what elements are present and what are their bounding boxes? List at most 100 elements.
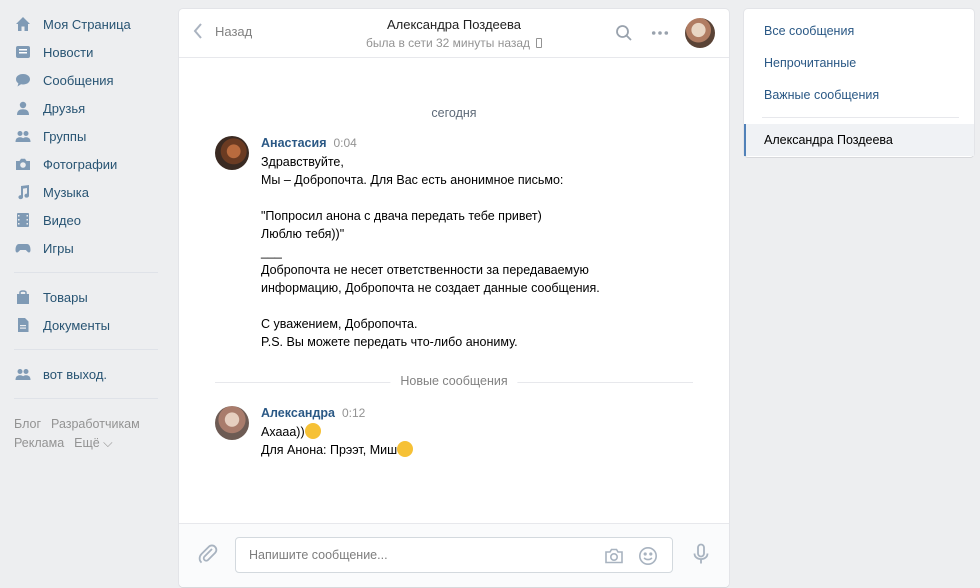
- message-text: Ахааа)) Для Анона: Прээт, Миш: [261, 423, 414, 459]
- peer-status-text: была в сети 32 минуты назад: [365, 36, 531, 50]
- footer-links: Блог Разработчикам Реклама Ещё ⌵: [12, 415, 164, 453]
- search-button[interactable]: [615, 24, 633, 42]
- message-line: "Попросил анона с двача передать тебе пр…: [261, 209, 542, 223]
- nav-item-games[interactable]: Игры: [12, 234, 164, 262]
- header-actions: [597, 18, 715, 48]
- paperclip-icon: [198, 544, 218, 564]
- nav-item-label: Видео: [43, 212, 81, 228]
- message-line: Для Анона: Прээт, Миш: [261, 443, 398, 457]
- new-messages-label: Новые сообщения: [390, 374, 518, 388]
- home-icon: [14, 15, 32, 33]
- nav-item-label: Товары: [43, 289, 88, 305]
- video-icon: [14, 211, 32, 229]
- nav-item-goods[interactable]: Товары: [12, 283, 164, 311]
- groups-icon: [14, 127, 32, 145]
- message-line: Люблю тебя))": [261, 227, 345, 241]
- camera-icon: [605, 548, 623, 564]
- footer-link-ads[interactable]: Реклама: [14, 436, 64, 450]
- nav-divider: [14, 272, 158, 273]
- gamepad-icon: [14, 239, 32, 257]
- attach-button[interactable]: [197, 543, 219, 568]
- chat-window: Назад Александра Поздеева была в сети 32…: [179, 9, 729, 587]
- message-line: Ахааа)): [261, 425, 305, 439]
- message-time[interactable]: 0:04: [334, 136, 357, 150]
- nav-item-label: Моя Страница: [43, 16, 131, 32]
- nav-item-documents[interactable]: Документы: [12, 311, 164, 339]
- nav-divider: [14, 398, 158, 399]
- filter-all-messages[interactable]: Все сообщения: [744, 15, 974, 47]
- nav-item-groups[interactable]: Группы: [12, 122, 164, 150]
- message-line-wrap: Ахааа)): [261, 423, 413, 441]
- footer-link-more[interactable]: Ещё ⌵: [74, 436, 113, 450]
- author-avatar[interactable]: [215, 136, 249, 170]
- date-separator: сегодня: [431, 106, 477, 120]
- message-text: Здравствуйте, Мы – Добропочта. Для Вас е…: [261, 153, 600, 351]
- message-time[interactable]: 0:12: [342, 406, 365, 420]
- nav-item-messages[interactable]: Сообщения: [12, 66, 164, 94]
- laughing-emoji-icon: [304, 423, 321, 439]
- nav-item-label: Документы: [43, 317, 111, 333]
- message-line: информацию, Добропочта не создает данные…: [261, 281, 600, 295]
- voice-message-button[interactable]: [691, 543, 711, 568]
- bag-icon: [14, 288, 32, 306]
- more-dots-icon: [651, 31, 669, 35]
- peer-avatar[interactable]: [685, 18, 715, 48]
- nav-item-my-page[interactable]: Моя Страница: [12, 10, 164, 38]
- message-line: С уважением, Добропочта.: [261, 317, 418, 331]
- attach-photo-button[interactable]: [604, 546, 624, 569]
- document-icon: [14, 316, 32, 334]
- emoji-button[interactable]: [638, 546, 658, 569]
- message-line: [261, 297, 600, 315]
- nav-item-photos[interactable]: Фотографии: [12, 150, 164, 178]
- group-icon: [14, 365, 32, 383]
- message-line: Добропочта не несет ответственности за п…: [261, 263, 589, 277]
- footer-link-developers[interactable]: Разработчикам: [51, 417, 140, 431]
- smile-icon: [639, 547, 657, 565]
- music-icon: [14, 183, 32, 201]
- nav-item-label: Группы: [43, 128, 87, 144]
- nav-item-music[interactable]: Музыка: [12, 178, 164, 206]
- footer-link-blog[interactable]: Блог: [14, 417, 41, 431]
- news-icon: [14, 43, 32, 61]
- nav-item-label: Новости: [43, 44, 94, 60]
- message-input[interactable]: [236, 538, 586, 572]
- nav-item-label: Игры: [43, 240, 74, 256]
- nav-item-label: Фотографии: [43, 156, 118, 172]
- message-composer: [179, 523, 729, 587]
- camera-icon: [14, 155, 32, 173]
- nav-item-group-vot-vyhod[interactable]: вот выход.: [12, 360, 164, 388]
- message-line: [261, 189, 600, 207]
- message-history: сегодня Анастасия 0:04 Здравствуйте, Мы …: [179, 58, 729, 523]
- mobile-icon: [536, 38, 543, 48]
- filter-important[interactable]: Важные сообщения: [744, 79, 974, 111]
- message-input-box: [235, 537, 673, 573]
- nav-item-label: Сообщения: [43, 72, 114, 88]
- nav-item-video[interactable]: Видео: [12, 206, 164, 234]
- left-navigation: Моя Страница Новости Сообщения Друзья Гр…: [12, 10, 164, 453]
- message-line: P.S. Вы можете передать что-либо анониму…: [261, 335, 518, 349]
- nav-item-label: Музыка: [43, 184, 89, 200]
- nav-divider: [14, 349, 158, 350]
- panel-divider: [762, 117, 959, 118]
- active-dialog-item[interactable]: Александра Поздеева: [744, 124, 974, 156]
- message-item: Анастасия 0:04 Здравствуйте, Мы – Доброп…: [215, 136, 695, 351]
- chat-header: Назад Александра Поздеева была в сети 32…: [179, 9, 729, 58]
- nav-item-label: вот выход.: [43, 366, 108, 382]
- nav-item-news[interactable]: Новости: [12, 38, 164, 66]
- message-author[interactable]: Анастасия: [261, 136, 327, 150]
- dialogs-filter-panel: Все сообщения Непрочитанные Важные сообщ…: [744, 9, 974, 157]
- new-messages-divider: Новые сообщения: [215, 374, 693, 388]
- messages-icon: [14, 71, 32, 89]
- search-icon: [616, 25, 632, 41]
- filter-unread[interactable]: Непрочитанные: [744, 47, 974, 79]
- message-line: Здравствуйте,: [261, 155, 344, 169]
- nav-item-label: Друзья: [43, 100, 86, 116]
- nav-item-friends[interactable]: Друзья: [12, 94, 164, 122]
- peer-status: была в сети 32 минуты назад: [365, 36, 543, 50]
- message-author[interactable]: Александра: [261, 406, 335, 420]
- author-avatar[interactable]: [215, 406, 249, 440]
- message-line: ___: [261, 245, 282, 259]
- message-item: Александра 0:12 Ахааа)) Для Анона: Прээт…: [215, 406, 695, 459]
- relieved-emoji-icon: [397, 441, 414, 457]
- more-actions-button[interactable]: [651, 24, 669, 42]
